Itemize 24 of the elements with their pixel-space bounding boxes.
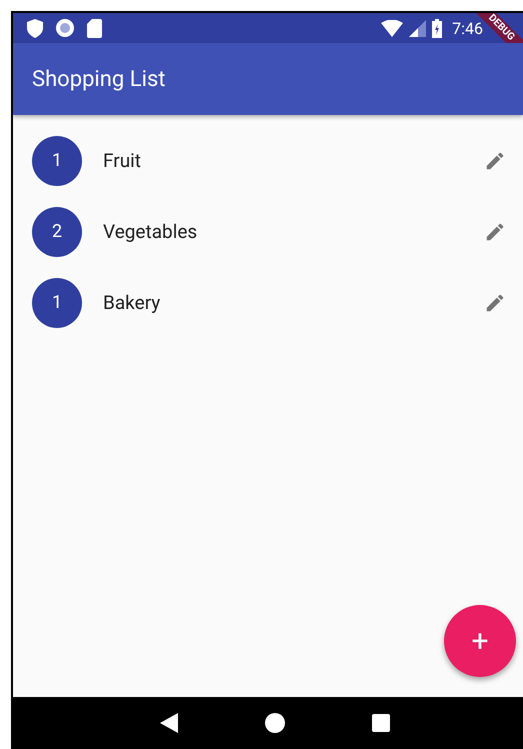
battery-icon <box>432 18 442 38</box>
list-item[interactable]: 1 Fruit <box>13 125 523 196</box>
count-avatar: 2 <box>32 206 82 256</box>
sd-card-icon <box>87 18 102 38</box>
shield-icon <box>27 18 43 38</box>
home-icon[interactable] <box>264 713 285 733</box>
recents-icon[interactable] <box>372 714 390 732</box>
count-avatar: 1 <box>32 136 82 186</box>
app-title: Shopping List <box>32 66 166 92</box>
back-icon[interactable] <box>160 713 178 733</box>
item-name: Vegetables <box>103 220 198 243</box>
wifi-icon <box>381 20 404 36</box>
signal-icon <box>409 20 426 36</box>
add-button[interactable]: + <box>444 605 516 677</box>
item-name: Bakery <box>103 291 162 314</box>
count-avatar: 1 <box>32 278 82 328</box>
list-item[interactable]: 2 Vegetables <box>13 196 523 267</box>
pencil-icon[interactable] <box>484 150 506 172</box>
clock-time: 7:46 <box>452 18 483 38</box>
list-item[interactable]: 1 Bakery <box>13 267 523 338</box>
circle-icon <box>55 18 75 38</box>
pencil-icon[interactable] <box>484 220 506 242</box>
item-name: Fruit <box>103 149 142 172</box>
pencil-icon[interactable] <box>484 292 506 314</box>
